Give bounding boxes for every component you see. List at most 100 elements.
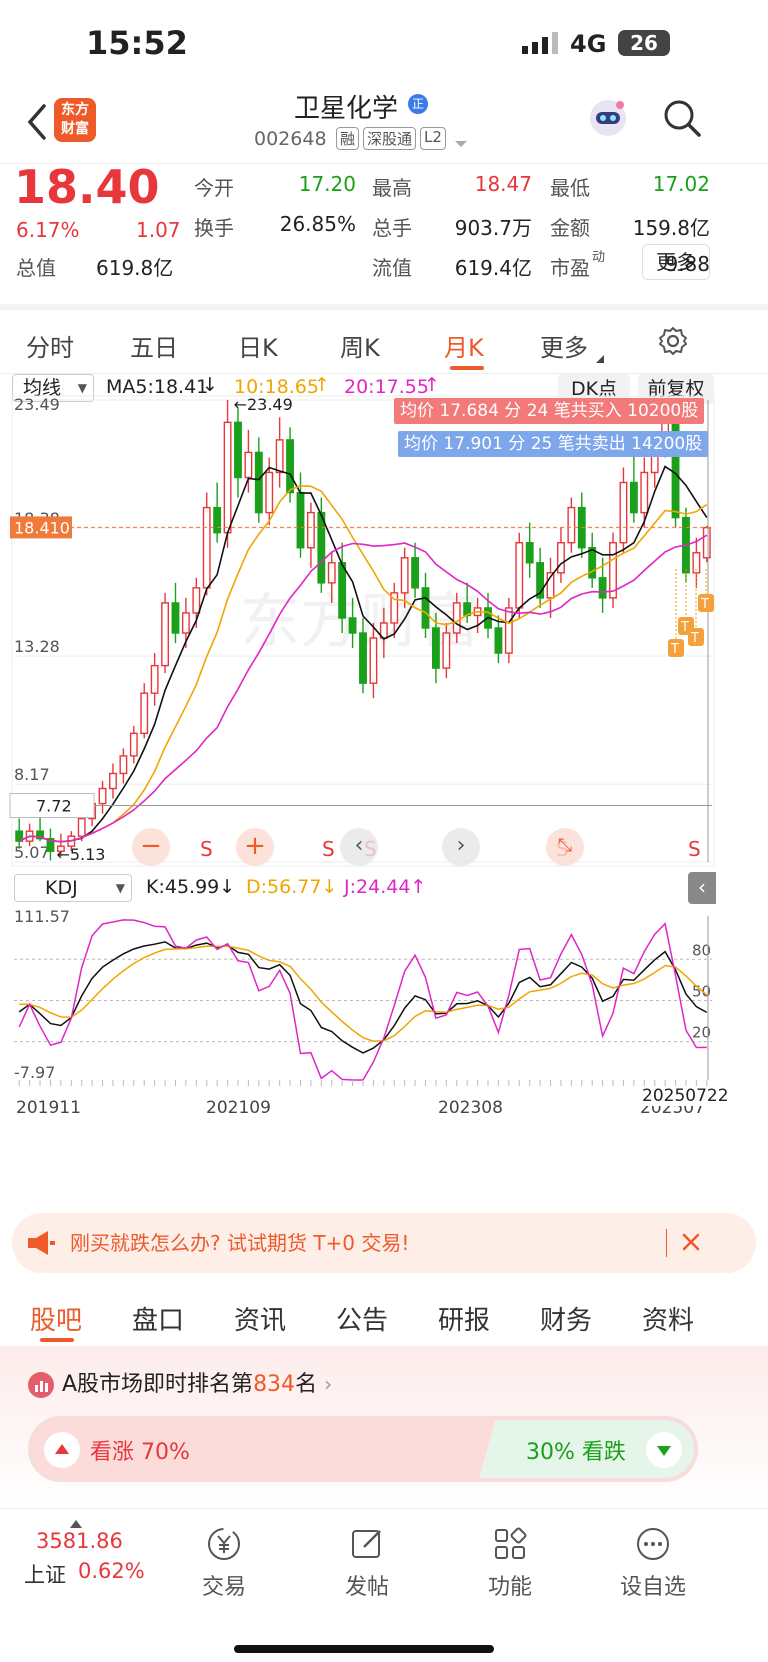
megaphone-icon <box>26 1229 56 1257</box>
candle-body <box>588 547 597 579</box>
candle-body <box>77 817 86 837</box>
triangle-icon <box>596 348 604 363</box>
x-axis-label: 202109 <box>206 1098 271 1118</box>
search-icon[interactable] <box>662 98 702 138</box>
divider <box>666 1229 667 1257</box>
tab-news[interactable]: 资讯 <box>234 1300 286 1337</box>
k-number: 45.99 <box>164 876 220 898</box>
bottom-bar: 3581.86 上证 0.62% 交易 发帖 功能 设自选 <box>0 1508 768 1662</box>
x-axis-label: 202308 <box>438 1098 503 1118</box>
candle-body <box>296 491 305 549</box>
zoom-out-button[interactable]: − <box>132 828 170 866</box>
dropdown-arrow-icon: ▼ <box>115 881 125 895</box>
badge-margin: 融 <box>336 127 360 150</box>
ranking-number: 834 <box>253 1372 296 1397</box>
high-annotation: ←23.49 <box>234 395 293 414</box>
tab-daily-k[interactable]: 日K <box>238 328 278 363</box>
index-value[interactable]: 3581.86 <box>36 1529 123 1553</box>
battery-level: 26 <box>630 31 658 55</box>
tab-five-day[interactable]: 五日 <box>130 328 178 363</box>
settings-gear-icon[interactable] <box>658 326 688 356</box>
field-value: 159.8亿 <box>632 216 710 240</box>
t-marker-label: T <box>690 631 699 646</box>
d-number: 56.77 <box>267 876 322 898</box>
kdj-chart[interactable]: 111.57-7.97805020 <box>0 904 768 1110</box>
candle-body <box>286 439 295 494</box>
caret-down-icon[interactable] <box>454 134 468 147</box>
field-value: 619.8亿 <box>96 256 174 280</box>
current-price: 18.40 <box>14 160 160 214</box>
sell-signal-marker: S <box>322 837 335 861</box>
bullish-label: 看涨 70% <box>90 1434 190 1466</box>
crosshair-date: 20250722 <box>640 1086 731 1106</box>
tab-monthly-k[interactable]: 月K <box>444 328 484 363</box>
bearish-button[interactable] <box>646 1432 682 1468</box>
collapse-panel-button[interactable]: ‹ <box>688 872 716 904</box>
nav-trade[interactable]: 交易 <box>174 1525 274 1601</box>
promo-banner[interactable]: 刚买就跌怎么办? 试试期货 T+0 交易! <box>12 1213 756 1273</box>
trade-yen-icon <box>208 1528 240 1560</box>
y-axis-label: 23.49 <box>14 395 60 414</box>
verified-icon: 正 <box>408 94 428 114</box>
more-quote-button[interactable]: 更多 <box>642 244 710 280</box>
stock-code: 002648 <box>254 128 327 150</box>
candle-body <box>629 481 638 514</box>
field-label: 流值 <box>372 256 412 280</box>
bullish-button[interactable] <box>44 1432 80 1468</box>
nav-add-watchlist-label: 设自选 <box>619 1575 686 1600</box>
candle-body <box>98 787 107 805</box>
scroll-right-button[interactable]: › <box>442 828 480 866</box>
tab-weekly-k[interactable]: 周K <box>340 328 380 363</box>
period-tabs: 分时 五日 日K 周K 月K 更多 <box>0 316 768 374</box>
candle-body <box>161 602 169 667</box>
tab-forum[interactable]: 股吧 <box>30 1300 82 1337</box>
chart-area: 均线 ▼ MA5:18.41 ↓ 10:18.65 ↑ 20:17.55 ↑ D… <box>0 374 768 1198</box>
candle-body <box>129 732 138 757</box>
nav-post-label: 发帖 <box>344 1575 389 1600</box>
kdj-top-label: 111.57 <box>14 907 70 926</box>
j-number: 24.44 <box>356 876 411 898</box>
nav-post[interactable]: 发帖 <box>317 1525 417 1601</box>
stock-header: 东方 财富 卫星化学 正 002648 融 深股通 L2 <box>0 90 768 164</box>
candle-body <box>421 587 430 629</box>
back-icon[interactable] <box>22 102 52 142</box>
sell-banner-text: 均价 17.901 分 25 笔共卖出 14200股 <box>404 434 703 454</box>
robot-assistant-icon[interactable] <box>586 96 630 140</box>
scroll-left-button[interactable]: ‹ <box>340 828 378 866</box>
kline-chart[interactable]: 东方财富 23.4918.3813.288.175.0718.4107.72←2… <box>0 384 768 874</box>
zoom-in-button[interactable]: + <box>236 828 274 866</box>
tab-announcements[interactable]: 公告 <box>336 1300 388 1337</box>
tab-intraday[interactable]: 分时 <box>26 328 74 363</box>
kdj-select[interactable]: KDJ ▼ <box>14 874 132 902</box>
candle-body <box>598 577 607 599</box>
tab-profile[interactable]: 资料 <box>642 1300 694 1337</box>
kdj-d-line <box>19 945 708 1042</box>
nav-add-watchlist[interactable]: 设自选 <box>603 1525 703 1601</box>
ranking-text[interactable]: A股市场即时排名第834名 › <box>62 1366 332 1398</box>
field-label: 总手 <box>372 216 412 240</box>
candle-body <box>338 562 347 619</box>
bearish-percent: 30% <box>526 1440 575 1465</box>
nav-functions-label: 功能 <box>487 1575 532 1600</box>
candle-body <box>431 627 440 669</box>
tab-research[interactable]: 研报 <box>438 1300 490 1337</box>
candle-body <box>119 755 128 775</box>
t-marker-label: T <box>680 620 689 635</box>
candle-body <box>202 506 211 589</box>
bearish-text: 看跌 <box>581 1440 626 1465</box>
crosshair-tag-text: 7.72 <box>36 797 72 816</box>
candle-body <box>619 481 628 544</box>
close-icon[interactable] <box>676 1227 706 1257</box>
candle-body <box>192 587 201 614</box>
fullscreen-button[interactable]: ⤡ <box>546 828 584 866</box>
tab-more[interactable]: 更多 <box>540 328 588 363</box>
change-percent: 6.17% <box>16 218 80 242</box>
tab-financials[interactable]: 财务 <box>540 1300 592 1337</box>
nav-functions[interactable]: 功能 <box>460 1525 560 1601</box>
ranking-panel: A股市场即时排名第834名 › 看涨 70% 30% 看跌 <box>0 1346 768 1506</box>
network-type: 4G <box>570 30 607 58</box>
candle-body <box>317 511 326 584</box>
tab-orderbook[interactable]: 盘口 <box>132 1300 184 1337</box>
field-sup: 动 <box>592 250 606 265</box>
content-tabs: 股吧 盘口 资讯 公告 研报 财务 资料 <box>0 1290 768 1346</box>
